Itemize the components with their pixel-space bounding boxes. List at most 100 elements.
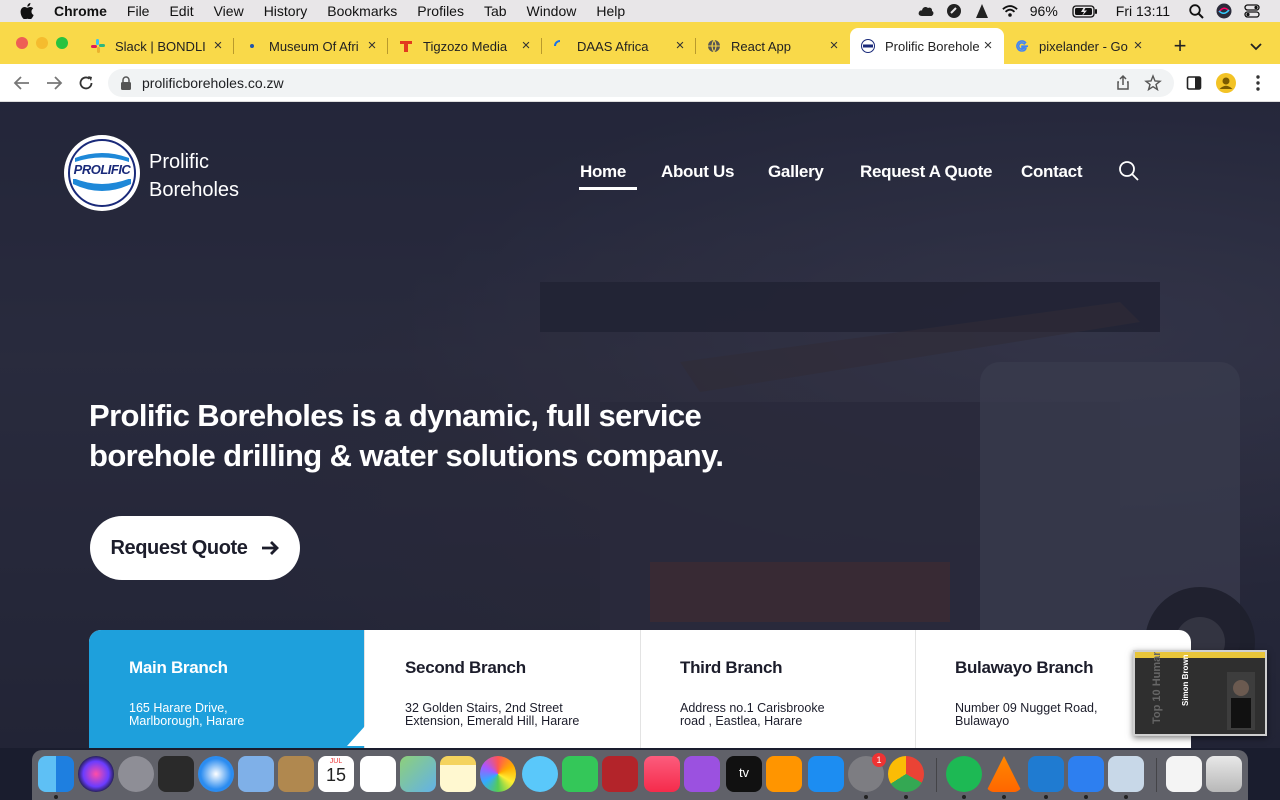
branch-card-third[interactable]: Third Branch Address no.1 Carisbrooke ro… (640, 630, 916, 748)
back-arrow-icon[interactable] (12, 73, 32, 93)
browser-tab[interactable]: Slack | BONDLI × (80, 28, 234, 64)
branch-address-line: 165 Harare Drive, (129, 701, 228, 715)
creative-cloud-icon[interactable] (918, 3, 934, 19)
launchpad-icon[interactable] (118, 756, 154, 792)
new-tab-button[interactable]: + (1170, 35, 1190, 57)
forward-arrow-icon[interactable] (44, 73, 64, 93)
browser-tab[interactable]: Tigzozo Media × (388, 28, 542, 64)
menu-app-name[interactable]: Chrome (54, 3, 107, 19)
nav-home[interactable]: Home (580, 162, 626, 182)
brand-line-2: Boreholes (149, 179, 240, 201)
tab-search-chevron-icon[interactable] (1248, 38, 1266, 56)
branch-card-main[interactable]: Main Branch 165 Harare Drive, Marlboroug… (89, 630, 365, 748)
apple-logo-icon[interactable] (20, 3, 36, 19)
chrome-icon[interactable] (888, 756, 924, 792)
battery-charging-icon[interactable] (1072, 3, 1098, 19)
contacts-icon[interactable] (278, 756, 314, 792)
system-preferences-icon[interactable]: 1 (848, 753, 886, 792)
branch-name: Third Branch (680, 658, 783, 677)
close-tab-icon[interactable]: × (364, 38, 380, 54)
calendar-icon[interactable]: JUL 15 (318, 756, 354, 792)
finder-icon[interactable] (38, 756, 74, 792)
siri-menu-icon[interactable] (1216, 3, 1232, 19)
facetime-icon[interactable] (562, 756, 598, 792)
calendar-day-text: 15 (325, 765, 347, 785)
mail-icon[interactable] (238, 756, 274, 792)
request-quote-button[interactable]: Request Quote (90, 516, 300, 580)
spotify-icon[interactable] (946, 756, 982, 792)
spotlight-search-icon[interactable] (1188, 3, 1204, 19)
close-tab-icon[interactable]: × (826, 38, 842, 54)
reminders-icon[interactable] (360, 756, 396, 792)
side-panel-icon[interactable] (1184, 73, 1204, 93)
bookmark-star-icon[interactable] (1144, 74, 1162, 92)
close-tab-icon[interactable]: × (980, 38, 996, 54)
lock-icon[interactable] (120, 76, 132, 90)
reload-icon[interactable] (76, 73, 96, 93)
minimize-window-button[interactable] (36, 37, 48, 49)
menu-help[interactable]: Help (596, 3, 625, 19)
menu-view[interactable]: View (214, 3, 244, 19)
menubar-clock[interactable]: Fri 13:11 (1116, 3, 1170, 19)
photos-icon[interactable] (480, 756, 516, 792)
site-logo[interactable]: PROLIFIC (64, 135, 140, 211)
url-text[interactable]: prolificboreholes.co.zw (142, 75, 284, 91)
close-tab-icon[interactable]: × (672, 38, 688, 54)
browser-tab[interactable]: pixelander - Go × (1004, 28, 1154, 64)
xcode-icon[interactable] (1068, 756, 1104, 792)
dock-running-indicator (904, 795, 908, 799)
downloads-icon[interactable] (1166, 756, 1202, 792)
branch-address: 32 Golden Stairs, 2nd Street Extension, … (405, 702, 615, 727)
share-icon[interactable] (1114, 74, 1132, 92)
photo-booth-icon[interactable] (602, 756, 638, 792)
brand-name[interactable]: Prolific Boreholes (149, 148, 239, 204)
chrome-menu-icon[interactable] (1248, 73, 1268, 93)
close-window-button[interactable] (16, 37, 28, 49)
nav-gallery[interactable]: Gallery (768, 162, 824, 182)
close-tab-icon[interactable]: × (210, 38, 226, 54)
browser-tab-active[interactable]: Prolific Borehole × (850, 28, 1004, 64)
tab-title: Museum Of Afri (269, 38, 359, 54)
music-icon[interactable] (644, 756, 680, 792)
browser-tab[interactable]: React App × (696, 28, 850, 64)
menu-history[interactable]: History (264, 3, 308, 19)
menu-window[interactable]: Window (527, 3, 577, 19)
close-tab-icon[interactable]: × (1130, 38, 1146, 54)
browser-tab[interactable]: Museum Of Afri × (234, 28, 388, 64)
hero-line-1: Prolific Boreholes is a dynamic, full se… (89, 398, 702, 433)
vlc-menu-icon[interactable] (974, 3, 990, 19)
menu-profiles[interactable]: Profiles (417, 3, 464, 19)
wifi-icon[interactable] (1002, 3, 1018, 19)
podcasts-icon[interactable] (684, 756, 720, 792)
vscode-icon[interactable] (1028, 756, 1064, 792)
maximize-window-button[interactable] (56, 37, 68, 49)
mission-control-icon[interactable] (158, 756, 194, 792)
nav-about-us[interactable]: About Us (661, 162, 734, 182)
books-icon[interactable] (766, 756, 802, 792)
nav-contact[interactable]: Contact (1021, 162, 1082, 182)
search-icon[interactable] (1118, 160, 1140, 182)
tv-icon[interactable]: tv (726, 756, 762, 792)
close-tab-icon[interactable]: × (518, 38, 534, 54)
screenshot-thumbnail-preview[interactable]: Simon Brown Top 10 Humans (1133, 650, 1267, 736)
menu-edit[interactable]: Edit (169, 3, 193, 19)
menu-bookmarks[interactable]: Bookmarks (327, 3, 397, 19)
branch-card-second[interactable]: Second Branch 32 Golden Stairs, 2nd Stre… (365, 630, 641, 748)
preview-icon[interactable] (1108, 756, 1144, 792)
control-center-icon[interactable] (1244, 3, 1260, 19)
profile-avatar-icon[interactable] (1216, 73, 1236, 93)
trash-icon[interactable] (1206, 756, 1242, 792)
messages-icon[interactable] (522, 756, 558, 792)
app-store-icon[interactable] (808, 756, 844, 792)
notes-icon[interactable] (440, 756, 476, 792)
maps-icon[interactable] (400, 756, 436, 792)
browser-tab[interactable]: DAAS Africa × (542, 28, 696, 64)
safari-icon[interactable] (198, 756, 234, 792)
menu-tab[interactable]: Tab (484, 3, 507, 19)
dock-running-indicator (1044, 795, 1048, 799)
menu-file[interactable]: File (127, 3, 150, 19)
siri-icon[interactable] (78, 756, 114, 792)
nav-request-a-quote[interactable]: Request A Quote (860, 162, 992, 182)
address-bar[interactable]: prolificboreholes.co.zw (108, 69, 1174, 97)
do-not-disturb-icon[interactable] (946, 3, 962, 19)
